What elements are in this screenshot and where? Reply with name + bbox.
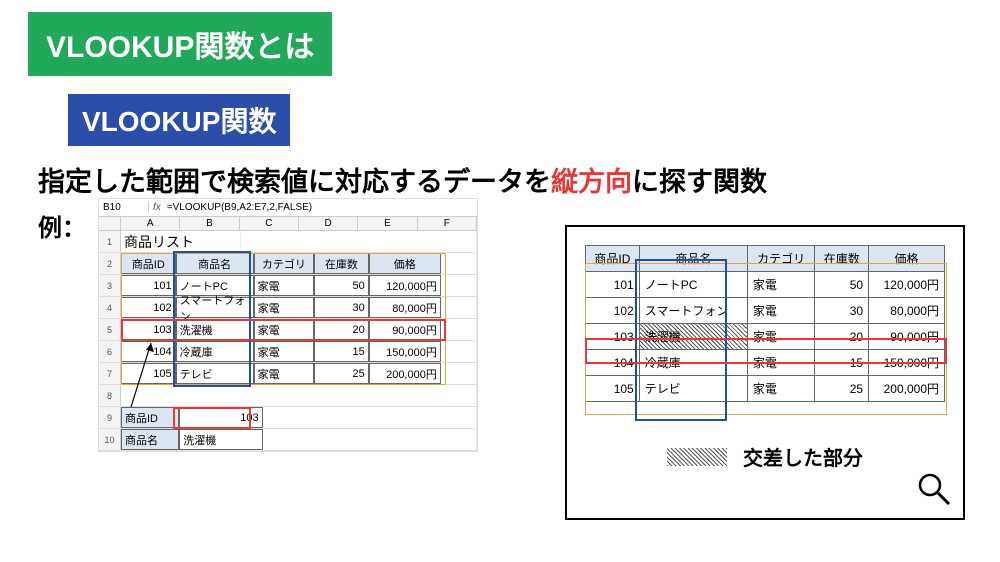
r-hdr-cat: カテゴリ xyxy=(747,246,814,272)
table-cell: 80,000円 xyxy=(369,297,441,318)
table-cell: 15 xyxy=(314,341,369,362)
table-cell: 104 xyxy=(121,341,176,362)
lookup-name-value: 洗濯機 xyxy=(179,429,262,450)
r-hdr-stock: 在庫数 xyxy=(815,246,869,272)
right-table: 商品ID 商品名 カテゴリ 在庫数 価格 101ノートPC家電50120,000… xyxy=(585,245,945,402)
table-cell: 120,000円 xyxy=(869,272,945,298)
table-cell: テレビ xyxy=(176,363,254,384)
table-cell: 家電 xyxy=(747,298,814,324)
table-cell: 90,000円 xyxy=(869,324,945,350)
table-cell: 家電 xyxy=(254,297,314,318)
table-cell: 80,000円 xyxy=(869,298,945,324)
table-cell: 家電 xyxy=(747,272,814,298)
r-hdr-id: 商品ID xyxy=(586,246,640,272)
table-cell: 家電 xyxy=(747,324,814,350)
table-cell: 家電 xyxy=(747,376,814,402)
lookup-name-label: 商品名 xyxy=(121,429,179,450)
subtitle: VLOOKUP関数 xyxy=(68,94,290,146)
description: 指定した範囲で検索値に対応するデータを縦方向に探す関数 xyxy=(38,160,1000,199)
magnifier-icon xyxy=(917,472,951,506)
table-cell: 50 xyxy=(314,275,369,296)
col-a: A xyxy=(121,217,180,230)
fx-label: fx xyxy=(153,202,161,213)
table-cell: 50 xyxy=(815,272,869,298)
right-explanation-panel: 商品ID 商品名 カテゴリ 在庫数 価格 101ノートPC家電50120,000… xyxy=(565,225,965,520)
table-cell: 200,000円 xyxy=(369,363,441,384)
table-cell: 家電 xyxy=(254,363,314,384)
formula-bar: B10 fx =VLOOKUP(B9,A2:E7,2,FALSE) xyxy=(99,199,477,217)
r-hdr-name: 商品名 xyxy=(639,246,747,272)
formula-text: =VLOOKUP(B9,A2:E7,2,FALSE) xyxy=(167,202,312,213)
table-cell: 20 xyxy=(314,319,369,340)
table-cell: 150,000円 xyxy=(869,350,945,376)
table-cell: 15 xyxy=(815,350,869,376)
hatch-swatch-icon xyxy=(667,448,727,466)
hdr-name: 商品名 xyxy=(176,253,254,274)
legend-label: 交差した部分 xyxy=(743,442,863,471)
table-cell: ノートPC xyxy=(639,272,747,298)
table-cell: 30 xyxy=(314,297,369,318)
table-cell: 洗濯機 xyxy=(176,319,254,340)
legend: 交差した部分 xyxy=(567,442,963,471)
table-cell: 104 xyxy=(586,350,640,376)
table-cell: 冷蔵庫 xyxy=(176,341,254,362)
table-cell: 冷蔵庫 xyxy=(639,350,747,376)
table-cell: 101 xyxy=(586,272,640,298)
table-cell: 105 xyxy=(121,363,176,384)
lookup-id-label: 商品ID xyxy=(121,407,179,428)
table-cell: スマートフォン xyxy=(176,297,254,318)
desc-red: 縦方向 xyxy=(551,167,632,197)
hdr-price: 価格 xyxy=(369,253,441,274)
table-cell: 103 xyxy=(586,324,640,350)
table-cell: テレビ xyxy=(639,376,747,402)
example-label: 例： xyxy=(38,208,86,243)
desc-post: に探す関数 xyxy=(632,167,767,197)
hdr-stock: 在庫数 xyxy=(314,253,369,274)
intersection-cell: 洗濯機 xyxy=(639,324,747,350)
col-c: C xyxy=(240,217,299,230)
col-e: E xyxy=(358,217,417,230)
table-cell: 105 xyxy=(586,376,640,402)
table-cell: 家電 xyxy=(254,319,314,340)
table-cell: 102 xyxy=(586,298,640,324)
hdr-cat: カテゴリ xyxy=(254,253,314,274)
list-title: 商品リスト xyxy=(121,231,241,252)
table-cell: 102 xyxy=(121,297,176,318)
col-d: D xyxy=(299,217,358,230)
column-headers: A B C D E F xyxy=(99,217,477,231)
table-cell: 25 xyxy=(314,363,369,384)
lookup-id-value: 103 xyxy=(179,407,262,428)
table-cell: 90,000円 xyxy=(369,319,441,340)
excel-grid: 1商品リスト 2 商品ID 商品名 カテゴリ 在庫数 価格 3101ノートPC家… xyxy=(99,231,477,451)
col-b: B xyxy=(180,217,239,230)
excel-screenshot: B10 fx =VLOOKUP(B9,A2:E7,2,FALSE) A B C … xyxy=(98,198,478,452)
table-cell: 家電 xyxy=(747,350,814,376)
desc-pre: 指定した範囲で検索値に対応するデータを xyxy=(38,167,551,197)
hdr-id: 商品ID xyxy=(121,253,176,274)
table-cell: 家電 xyxy=(254,275,314,296)
r-hdr-price: 価格 xyxy=(869,246,945,272)
page-title: VLOOKUP関数とは xyxy=(28,12,332,76)
col-f: F xyxy=(418,217,477,230)
table-cell: 101 xyxy=(121,275,176,296)
table-cell: 120,000円 xyxy=(369,275,441,296)
table-cell: 20 xyxy=(815,324,869,350)
table-cell: 200,000円 xyxy=(869,376,945,402)
table-cell: 25 xyxy=(815,376,869,402)
table-cell: 家電 xyxy=(254,341,314,362)
table-cell: スマートフォン xyxy=(639,298,747,324)
table-cell: 103 xyxy=(121,319,176,340)
table-cell: 30 xyxy=(815,298,869,324)
name-box: B10 xyxy=(99,202,149,213)
table-cell: 150,000円 xyxy=(369,341,441,362)
